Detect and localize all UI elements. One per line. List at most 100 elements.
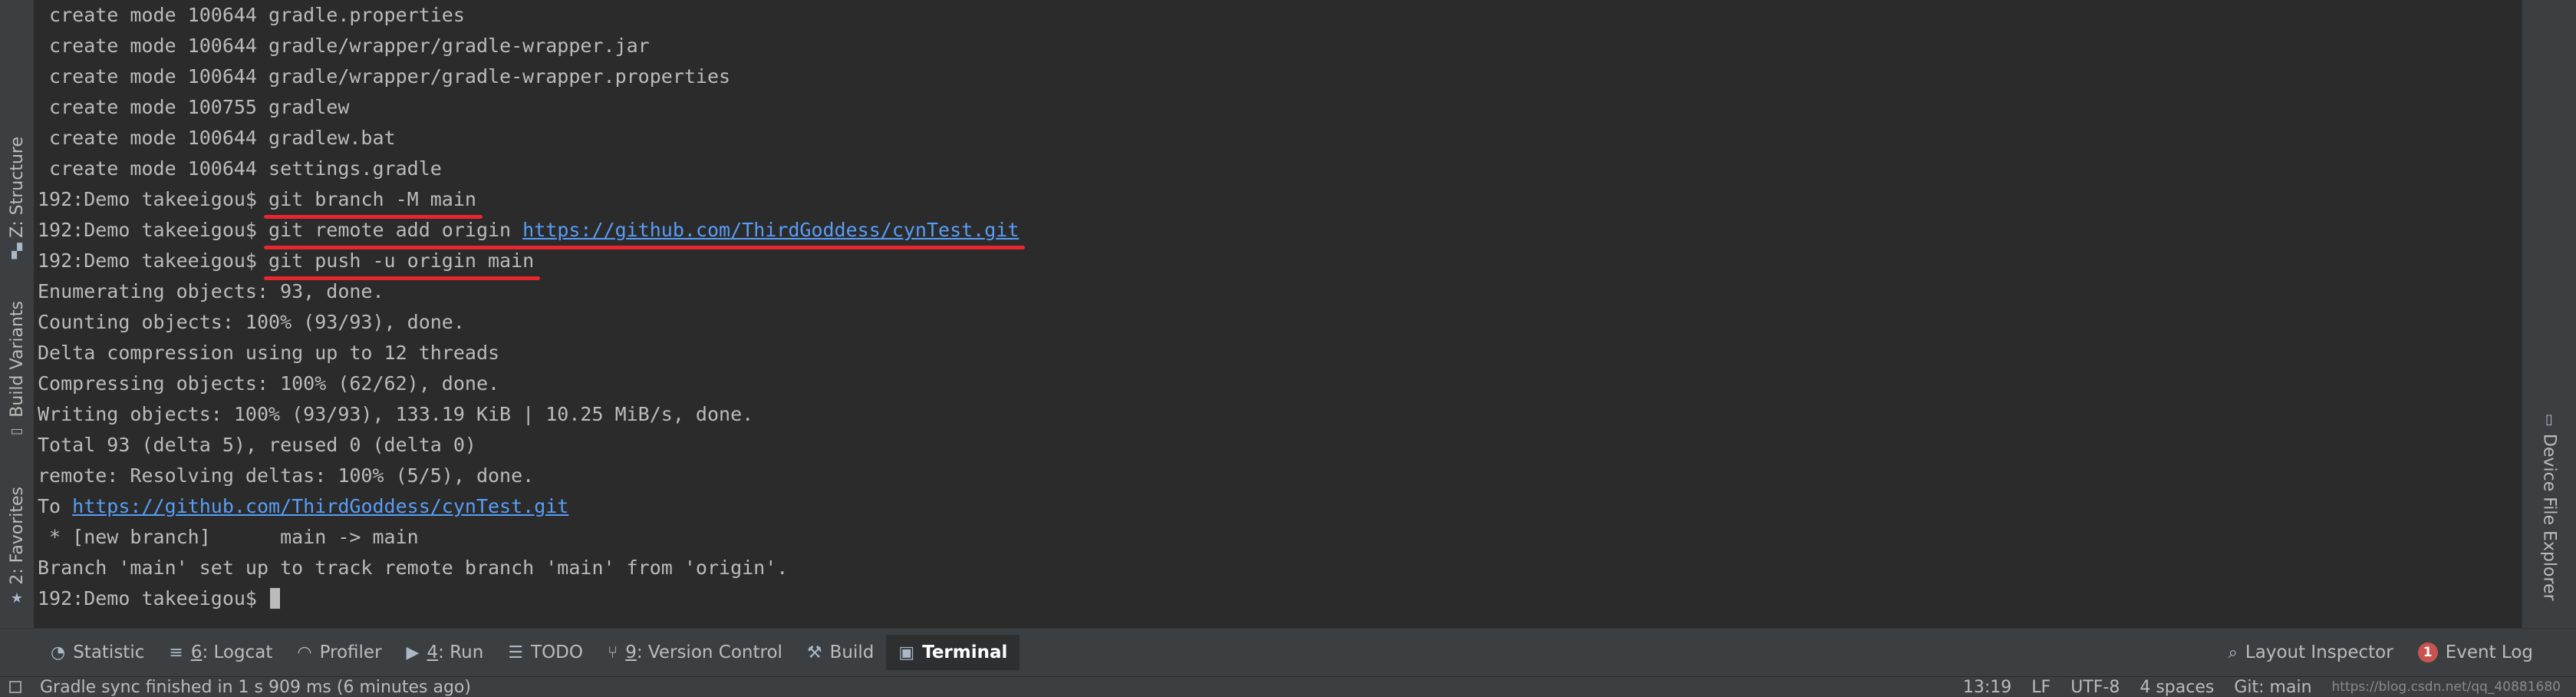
tab-logcat[interactable]: ≡ 6: Logcat <box>156 629 285 677</box>
terminal-line: create mode 100644 settings.gradle <box>38 154 1019 184</box>
star-icon: ★ <box>10 590 24 607</box>
shell-prompt: 192:Demo takeeigou$ <box>38 188 269 210</box>
terminal-cursor[interactable] <box>270 588 281 609</box>
tab-device-file-explorer-label: Device File Explorer <box>2539 434 2559 601</box>
bottom-tool-window-bar: ◔ Statistic ≡ 6: Logcat ◠ Profiler ▶ 4: … <box>0 628 2576 676</box>
tab-build-variants-label: Build Variants <box>7 301 27 418</box>
tab-todo-label: TODO <box>531 642 583 662</box>
command-text: git remote add origin <box>268 219 523 241</box>
terminal-output: create mode 100644 gradle.properties cre… <box>38 0 1026 614</box>
terminal-line: Branch 'main' set up to track remote bra… <box>38 553 1019 583</box>
tab-structure[interactable]: Z: Structure ▞ <box>0 137 34 259</box>
tab-favorites[interactable]: 2: Favorites ★ <box>0 487 34 606</box>
terminal-line: remote: Resolving deltas: 100% (5/5), do… <box>38 461 1019 491</box>
terminal-text: remote: Resolving deltas: 100% (5/5), do… <box>38 464 535 487</box>
inspector-icon: ⌕ <box>2228 642 2238 662</box>
terminal-line: create mode 100755 gradlew <box>38 92 1019 123</box>
terminal-text: create mode 100755 gradlew <box>38 96 350 118</box>
terminal-line: Writing objects: 100% (93/93), 133.19 Ki… <box>38 399 1019 430</box>
event-log-badge: 1 <box>2417 642 2438 662</box>
tab-terminal[interactable]: ▣ Terminal <box>886 635 1020 670</box>
shell-prompt: 192:Demo takeeigou$ <box>38 249 269 272</box>
terminal-line: create mode 100644 gradlew.bat <box>38 123 1019 154</box>
status-bar: Gradle sync finished in 1 s 909 ms (6 mi… <box>0 676 2576 697</box>
terminal-text: Total 93 (delta 5), reused 0 (delta 0) <box>38 434 476 456</box>
tab-todo[interactable]: ☰ TODO <box>496 629 595 677</box>
tab-terminal-label: Terminal <box>922 642 1008 662</box>
toggle-tool-windows-icon[interactable] <box>9 681 21 693</box>
run-icon: ▶ <box>406 642 420 662</box>
terminal-line: 192:Demo takeeigou$ git push -u origin m… <box>38 246 1019 280</box>
tab-event-log[interactable]: 1 Event Log <box>2406 629 2545 677</box>
terminal-line: create mode 100644 gradle/wrapper/gradle… <box>38 61 1019 92</box>
terminal-text: create mode 100644 gradle.properties <box>38 4 465 26</box>
tab-run-mnemonic: 4 <box>427 642 439 662</box>
tab-version-control-label: : Version Control <box>636 642 782 662</box>
statistic-icon: ◔ <box>51 642 66 662</box>
tab-statistic-label: Statistic <box>73 642 145 662</box>
tab-run[interactable]: ▶ 4: Run <box>394 629 496 677</box>
repo-link[interactable]: https://github.com/ThirdGoddess/cynTest.… <box>522 219 1019 241</box>
left-tool-strip: Z: Structure ▞ Build Variants ▭ 2: Favor… <box>0 0 35 628</box>
terminal-line: To https://github.com/ThirdGoddess/cynTe… <box>38 491 1019 522</box>
tab-build-label: Build <box>829 642 875 662</box>
tab-run-label: : Run <box>438 642 484 662</box>
tab-build[interactable]: ⚒ Build <box>795 629 886 677</box>
terminal-line: * [new branch] main -> main <box>38 522 1019 553</box>
repo-link[interactable]: https://github.com/ThirdGoddess/cynTest.… <box>72 495 568 517</box>
terminal-text: Branch 'main' set up to track remote bra… <box>38 557 789 579</box>
terminal-line: Delta compression using up to 12 threads <box>38 338 1019 368</box>
status-message[interactable]: Gradle sync finished in 1 s 909 ms (6 mi… <box>40 678 471 697</box>
branch-icon: ⑂ <box>607 642 618 662</box>
device-icon: ▯ <box>2545 411 2553 428</box>
indent-setting[interactable]: 4 spaces <box>2140 678 2214 697</box>
watermark: https://blog.csdn.net/qq_40881680 <box>2331 679 2561 695</box>
logcat-icon: ≡ <box>169 642 183 662</box>
terminal-text: Enumerating objects: 93, done. <box>38 280 384 302</box>
tab-favorites-label: 2: Favorites <box>7 487 27 585</box>
command-remote-add: git remote add origin https://github.com… <box>264 215 1026 249</box>
tab-event-log-label: Event Log <box>2445 642 2533 662</box>
tab-statistic[interactable]: ◔ Statistic <box>38 629 156 677</box>
terminal-line: 192:Demo takeeigou$ git branch -M main <box>38 184 1019 219</box>
tab-version-control-mnemonic: 9 <box>625 642 637 662</box>
terminal-text: Counting objects: 100% (93/93), done. <box>38 311 465 333</box>
terminal-text: create mode 100644 gradle/wrapper/gradle… <box>38 35 650 57</box>
tab-logcat-mnemonic: 6 <box>190 642 203 662</box>
terminal-text: Delta compression using up to 12 threads <box>38 342 500 364</box>
terminal-line: create mode 100644 gradle/wrapper/gradle… <box>38 31 1019 61</box>
tab-build-variants[interactable]: Build Variants ▭ <box>0 301 34 439</box>
command-branch: git branch -M main <box>264 184 483 219</box>
profiler-icon: ◠ <box>297 642 312 662</box>
terminal-line: Enumerating objects: 93, done. <box>38 276 1019 307</box>
file-encoding[interactable]: UTF-8 <box>2070 678 2120 697</box>
shell-prompt: 192:Demo takeeigou$ <box>38 587 269 609</box>
terminal-icon: ▣ <box>898 642 915 662</box>
terminal-text: Writing objects: 100% (93/93), 133.19 Ki… <box>38 403 754 425</box>
command-push: git push -u origin main <box>264 246 541 280</box>
android-icon: ▭ <box>10 423 24 440</box>
terminal-line: 192:Demo takeeigou$ <box>38 583 1019 614</box>
shell-prompt: 192:Demo takeeigou$ <box>38 219 269 241</box>
terminal-line: Compressing objects: 100% (62/62), done. <box>38 368 1019 399</box>
terminal-line: create mode 100644 gradle.properties <box>38 0 1019 31</box>
terminal-panel[interactable]: create mode 100644 gradle.properties cre… <box>34 0 2522 628</box>
tab-layout-inspector-label: Layout Inspector <box>2245 642 2393 662</box>
tab-device-file-explorer[interactable]: ▯ Device File Explorer <box>2522 411 2576 601</box>
to-prefix: To <box>38 495 73 517</box>
caret-position[interactable]: 13:19 <box>1963 678 2011 697</box>
terminal-text: Compressing objects: 100% (62/62), done. <box>38 372 500 395</box>
list-icon: ☰ <box>508 642 524 662</box>
git-branch[interactable]: Git: main <box>2234 678 2311 697</box>
terminal-text: * [new branch] main -> main <box>38 526 419 548</box>
terminal-line: Counting objects: 100% (93/93), done. <box>38 307 1019 338</box>
terminal-line: Total 93 (delta 5), reused 0 (delta 0) <box>38 430 1019 461</box>
terminal-line: 192:Demo takeeigou$ git remote add origi… <box>38 215 1026 249</box>
terminal-text: create mode 100644 gradle/wrapper/gradle… <box>38 65 731 88</box>
tab-layout-inspector[interactable]: ⌕ Layout Inspector <box>2216 629 2406 677</box>
line-separator[interactable]: LF <box>2031 678 2051 697</box>
tab-version-control[interactable]: ⑂ 9: Version Control <box>595 629 795 677</box>
tab-logcat-label: : Logcat <box>202 642 273 662</box>
tab-profiler[interactable]: ◠ Profiler <box>285 629 394 677</box>
terminal-text: create mode 100644 settings.gradle <box>38 157 442 180</box>
